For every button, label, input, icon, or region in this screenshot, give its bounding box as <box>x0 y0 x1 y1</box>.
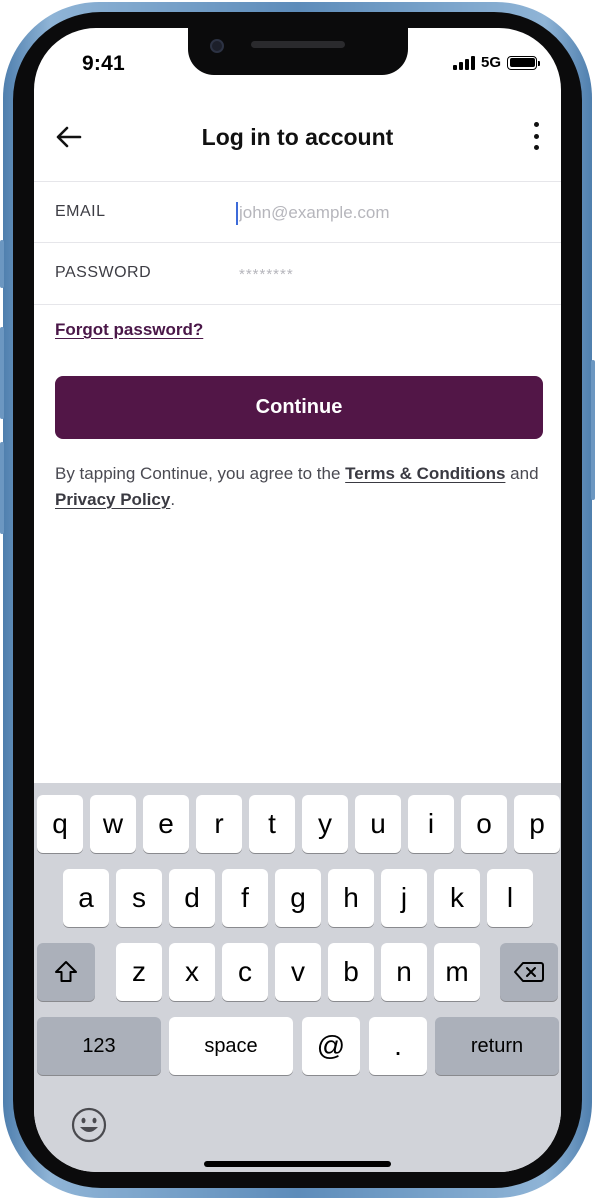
privacy-link[interactable]: Privacy Policy <box>55 490 170 509</box>
key-h[interactable]: h <box>328 869 374 927</box>
front-camera <box>210 39 224 53</box>
emoji-icon[interactable] <box>70 1106 108 1144</box>
key-m[interactable]: m <box>434 943 480 1001</box>
keyboard: q w e r t y u i o p a s d f g h j k l z … <box>34 783 561 1172</box>
status-time: 9:41 <box>82 52 125 75</box>
home-indicator[interactable] <box>204 1161 391 1167</box>
key-y[interactable]: y <box>302 795 348 853</box>
key-t[interactable]: t <box>249 795 295 853</box>
key-c[interactable]: c <box>222 943 268 1001</box>
key-e[interactable]: e <box>143 795 189 853</box>
key-s[interactable]: s <box>116 869 162 927</box>
key-x[interactable]: x <box>169 943 215 1001</box>
screen: 9:41 5G Log in to account EMAIL PASSWORD <box>34 28 561 1172</box>
page-title: Log in to account <box>201 124 394 150</box>
legal-middle: and <box>510 464 539 483</box>
key-k[interactable]: k <box>434 869 480 927</box>
battery-icon <box>507 55 540 70</box>
key-n[interactable]: n <box>381 943 427 1001</box>
dot-key[interactable]: . <box>369 1017 427 1075</box>
text-caret <box>236 202 238 225</box>
key-f[interactable]: f <box>222 869 268 927</box>
key-g[interactable]: g <box>275 869 321 927</box>
key-u[interactable]: u <box>355 795 401 853</box>
key-a[interactable]: a <box>63 869 109 927</box>
action-button <box>0 240 4 288</box>
return-key[interactable]: return <box>435 1017 559 1075</box>
shift-key[interactable] <box>37 943 95 1001</box>
app-header: Log in to account <box>34 106 561 170</box>
shift-icon <box>55 961 77 982</box>
password-row: PASSWORD <box>34 243 561 304</box>
key-r[interactable]: r <box>196 795 242 853</box>
password-input[interactable] <box>234 257 544 291</box>
legal-suffix: . <box>170 490 176 509</box>
forgot-password-link[interactable]: Forgot password? <box>55 320 203 340</box>
password-label: PASSWORD <box>55 264 152 281</box>
terms-link[interactable]: Terms & Conditions <box>345 464 505 483</box>
legal-prefix: By tapping Continue, you agree to the <box>55 464 341 483</box>
key-j[interactable]: j <box>381 869 427 927</box>
key-z[interactable]: z <box>116 943 162 1001</box>
key-d[interactable]: d <box>169 869 215 927</box>
key-i[interactable]: i <box>408 795 454 853</box>
email-label: EMAIL <box>55 203 106 220</box>
key-q[interactable]: q <box>37 795 83 853</box>
key-p[interactable]: p <box>514 795 560 853</box>
key-l[interactable]: l <box>487 869 533 927</box>
more-vertical-icon[interactable] <box>529 118 543 154</box>
divider <box>34 304 561 305</box>
delete-key[interactable] <box>500 943 558 1001</box>
email-row: EMAIL <box>34 182 561 243</box>
network-type: 5G <box>480 54 501 71</box>
volume-down-button <box>0 442 4 534</box>
legal-text: By tapping Continue, you agree to the Te… <box>55 461 545 513</box>
email-input[interactable] <box>234 196 544 230</box>
numbers-key[interactable]: 123 <box>37 1017 161 1075</box>
key-b[interactable]: b <box>328 943 374 1001</box>
speaker-grille <box>251 41 345 48</box>
continue-button[interactable]: Continue <box>55 376 543 439</box>
power-button <box>591 360 595 500</box>
space-key[interactable]: space <box>169 1017 293 1075</box>
volume-up-button <box>0 327 4 419</box>
key-w[interactable]: w <box>90 795 136 853</box>
signal-icon <box>452 55 475 70</box>
key-o[interactable]: o <box>461 795 507 853</box>
status-indicators: 5G <box>452 54 540 71</box>
at-key[interactable]: @ <box>302 1017 360 1075</box>
backspace-icon <box>514 962 544 982</box>
key-v[interactable]: v <box>275 943 321 1001</box>
